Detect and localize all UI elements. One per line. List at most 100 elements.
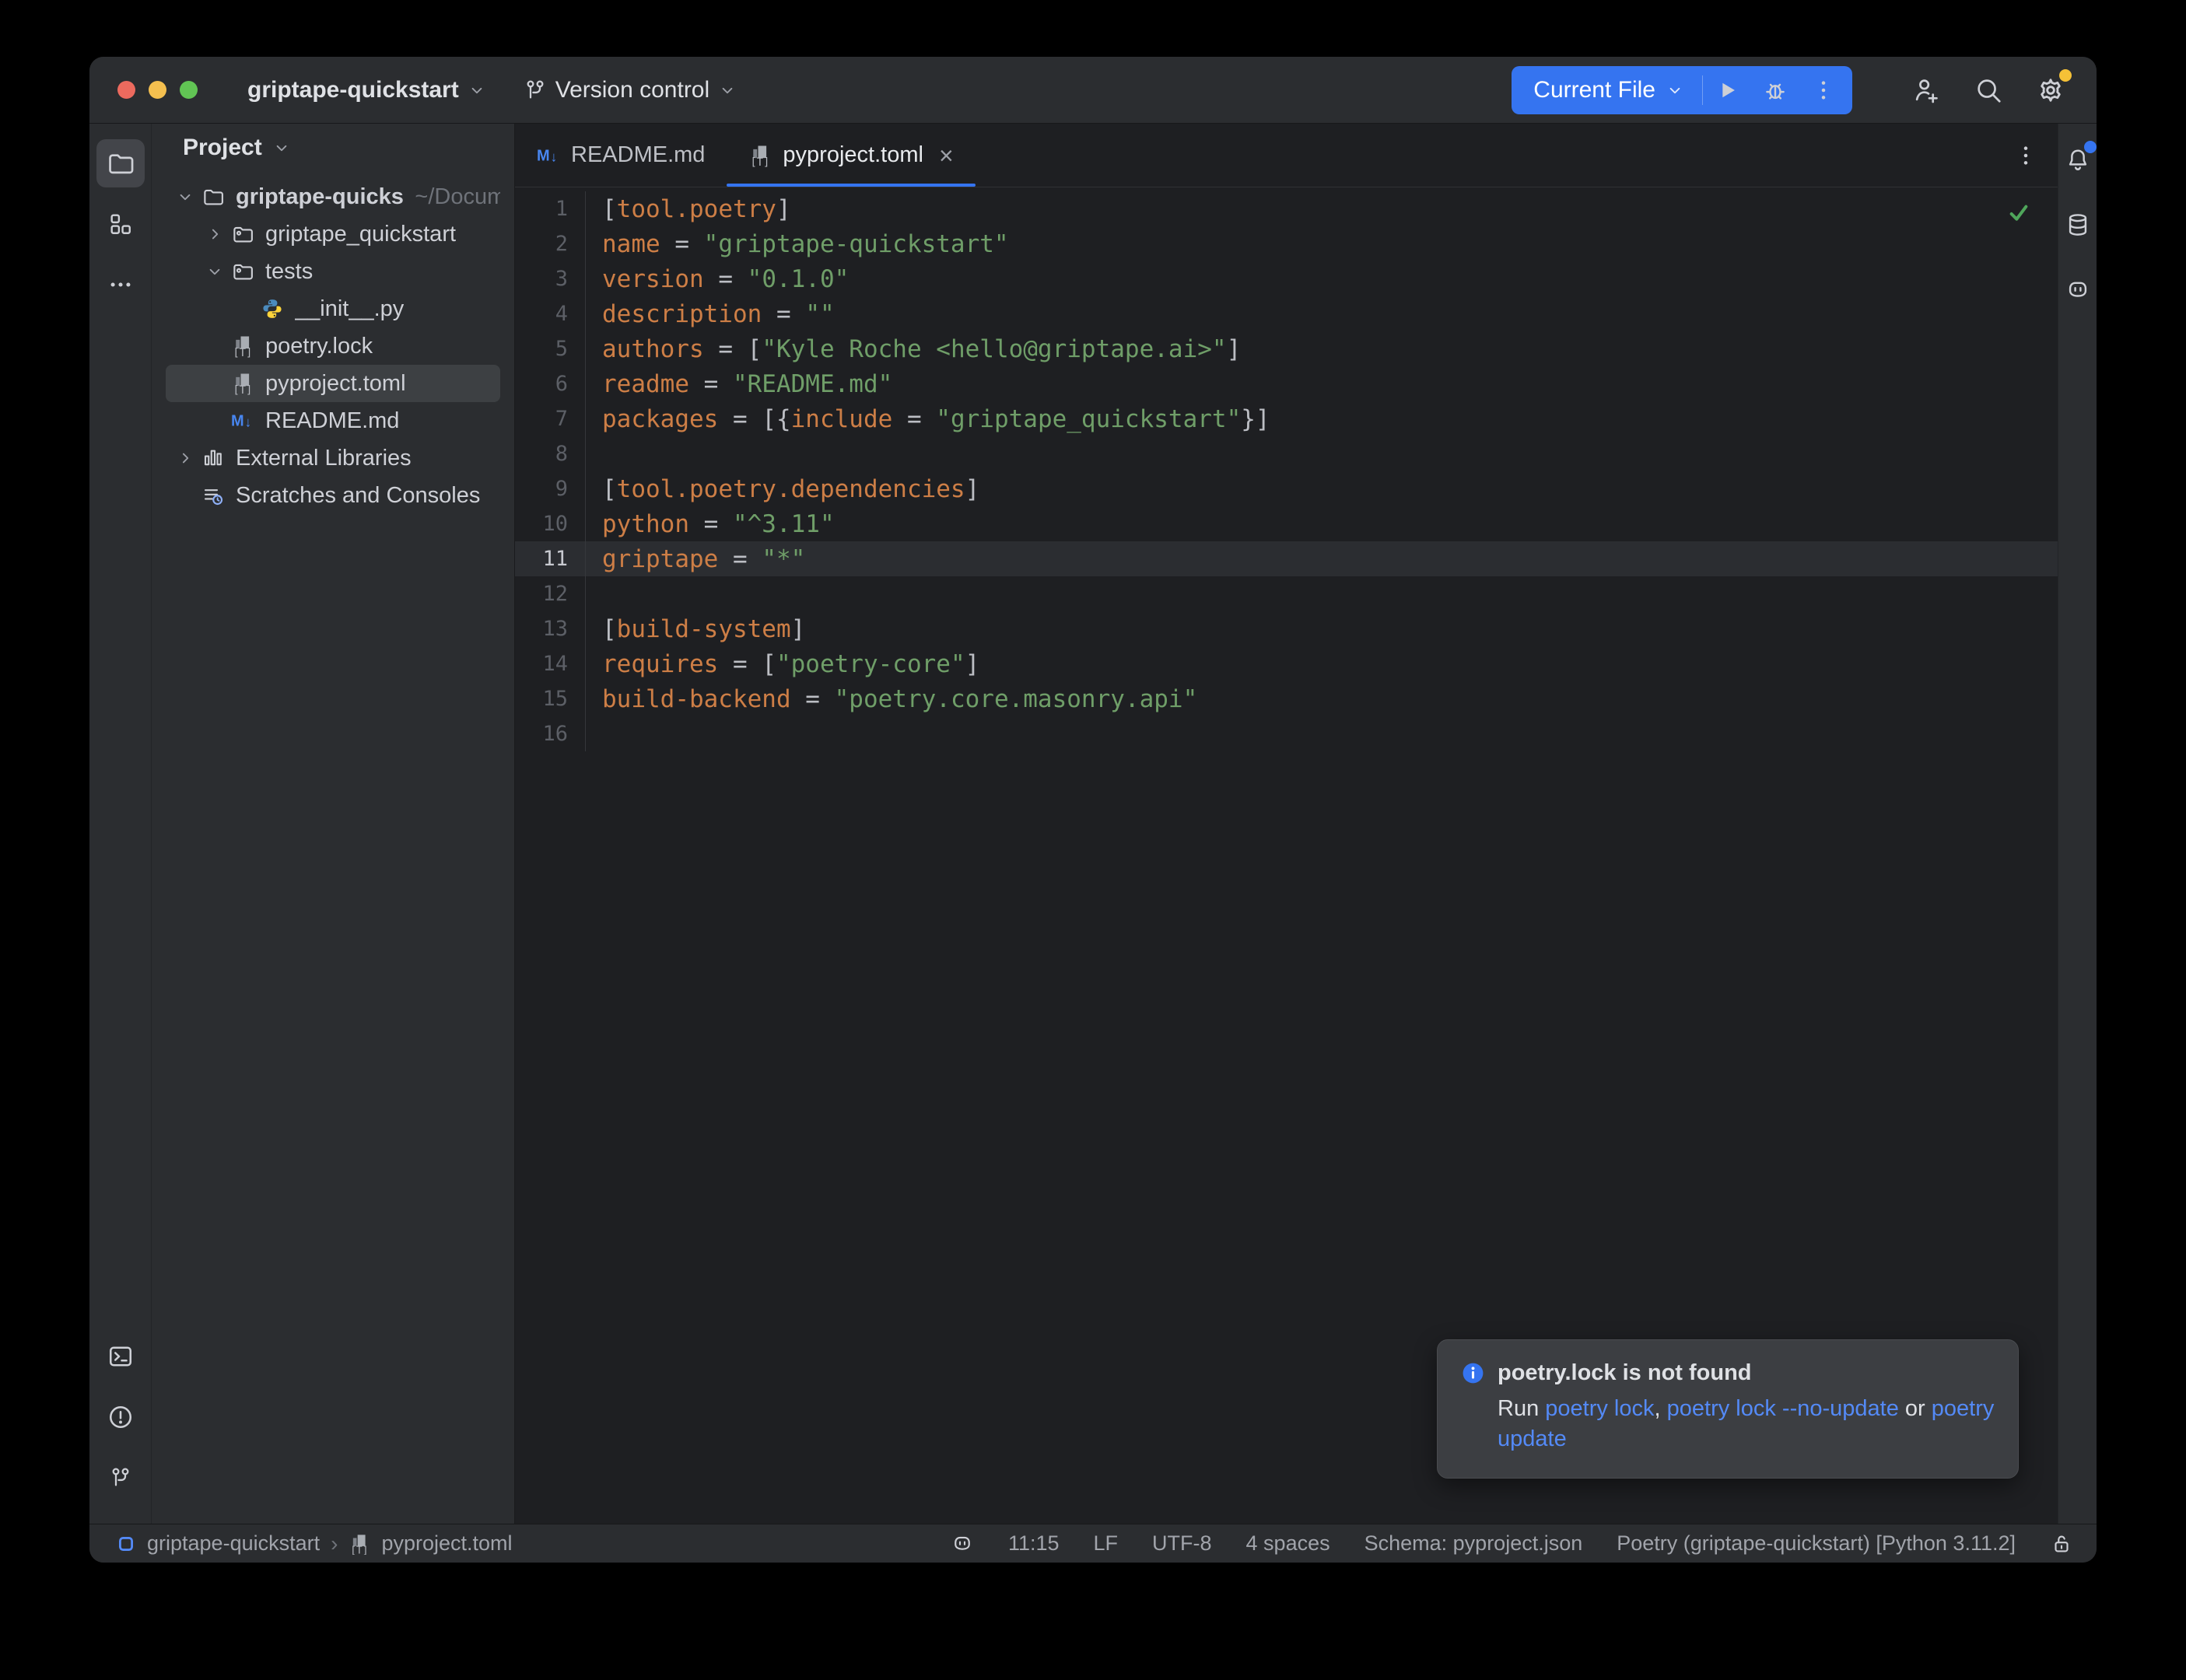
notification-link-poetry-lock-no-update[interactable]: poetry lock --no-update bbox=[1667, 1396, 1899, 1421]
notifications-tool-button[interactable] bbox=[2061, 142, 2095, 177]
title-bar: griptape-quickstart Version control Curr… bbox=[89, 57, 2097, 124]
editor-tab-README.md[interactable]: M↓README.md bbox=[515, 124, 727, 187]
toml-icon: [T] bbox=[229, 334, 256, 358]
database-tool-button[interactable] bbox=[2061, 208, 2095, 242]
chevron-right-icon[interactable] bbox=[170, 448, 200, 468]
vcs-label: Version control bbox=[555, 77, 709, 103]
run-widget: Current File bbox=[1512, 66, 1852, 114]
unlocked-icon[interactable] bbox=[2050, 1532, 2073, 1556]
project-widget[interactable]: griptape-quickstart bbox=[247, 77, 487, 103]
status-item-4-spaces[interactable]: 4 spaces bbox=[1246, 1531, 1330, 1556]
status-item-11[interactable]: 11:15 bbox=[1008, 1531, 1060, 1556]
search-everywhere-button[interactable] bbox=[1966, 68, 2011, 113]
close-window-button[interactable] bbox=[117, 81, 135, 99]
notification-text: or bbox=[1899, 1396, 1932, 1421]
code-line-9[interactable]: 9[tool.poetry.dependencies] bbox=[515, 471, 2058, 506]
status-breadcrumbs: griptape-quickstart › [T] pyproject.toml bbox=[116, 1531, 513, 1556]
code-line-11[interactable]: 11griptape = "*" bbox=[515, 541, 2058, 576]
svg-text:[T]: [T] bbox=[233, 347, 253, 358]
code-line-13[interactable]: 13[build-system] bbox=[515, 611, 2058, 646]
notification-body: Run poetry lock, poetry lock --no-update… bbox=[1498, 1394, 1995, 1454]
code-line-6[interactable]: 6readme = "README.md" bbox=[515, 366, 2058, 401]
code-line-3[interactable]: 3version = "0.1.0" bbox=[515, 261, 2058, 296]
ai-assistant-icon bbox=[2065, 277, 2091, 303]
tree-row-scratches-and-consoles[interactable]: Scratches and Consoles bbox=[166, 477, 500, 514]
line-number: 13 bbox=[515, 611, 586, 646]
version-control-tool-button[interactable] bbox=[96, 1454, 145, 1502]
tree-item-label: tests bbox=[265, 259, 313, 285]
tree-row-readme-md[interactable]: M↓README.md bbox=[166, 402, 500, 439]
code-line-10[interactable]: 10python = "^3.11" bbox=[515, 506, 2058, 541]
status-item-lf[interactable]: LF bbox=[1094, 1531, 1119, 1556]
project-tool-button[interactable] bbox=[96, 139, 145, 187]
code-line-5[interactable]: 5authors = ["Kyle Roche <hello@griptape.… bbox=[515, 331, 2058, 366]
code-with-me-button[interactable] bbox=[1904, 68, 1949, 113]
code-line-14[interactable]: 14requires = ["poetry-core"] bbox=[515, 646, 2058, 681]
right-tool-stripe bbox=[2058, 124, 2097, 1524]
tree-row-pyproject-toml[interactable]: [T]pyproject.toml bbox=[166, 365, 500, 402]
tree-row-tests[interactable]: tests bbox=[166, 253, 500, 290]
chevron-down-icon[interactable] bbox=[170, 187, 200, 207]
code-editor[interactable]: 1[tool.poetry]2name = "griptape-quicksta… bbox=[515, 187, 2058, 1524]
notification-link-poetry-lock[interactable]: poetry lock bbox=[1545, 1396, 1654, 1421]
problems-tool-button[interactable] bbox=[96, 1393, 145, 1441]
ai-assistant-status-icon[interactable] bbox=[951, 1532, 974, 1556]
code-line-1[interactable]: 1[tool.poetry] bbox=[515, 191, 2058, 226]
chevron-down-icon[interactable] bbox=[200, 261, 229, 282]
chevron-right-icon[interactable] bbox=[200, 224, 229, 244]
run-configuration-selector[interactable]: Current File bbox=[1516, 66, 1702, 114]
code-line-7[interactable]: 7packages = [{include = "griptape_quicks… bbox=[515, 401, 2058, 436]
tree-row-poetry-lock[interactable]: [T]poetry.lock bbox=[166, 327, 500, 365]
code-line-12[interactable]: 12 bbox=[515, 576, 2058, 611]
svg-text:M: M bbox=[231, 412, 244, 429]
more-tools-button[interactable] bbox=[96, 261, 145, 309]
inspections-ok-check-icon[interactable] bbox=[2006, 200, 2031, 225]
debug-button[interactable] bbox=[1751, 66, 1799, 114]
editor-tab-pyproject.toml[interactable]: [T] pyproject.toml × bbox=[727, 124, 975, 187]
chevron-down-icon bbox=[1665, 80, 1685, 100]
code-text: griptape = "*" bbox=[586, 545, 805, 573]
status-item-schema[interactable]: Schema: pyproject.json bbox=[1364, 1531, 1583, 1556]
structure-icon bbox=[107, 211, 134, 237]
status-item-utf-8[interactable]: UTF-8 bbox=[1152, 1531, 1212, 1556]
tree-row-external-libraries[interactable]: External Libraries bbox=[166, 439, 500, 477]
tree-item-label: griptape-quickstart bbox=[236, 184, 404, 210]
more-run-options-button[interactable] bbox=[1799, 66, 1848, 114]
toml-file-icon: [T] bbox=[748, 144, 772, 167]
code-line-15[interactable]: 15build-backend = "poetry.core.masonry.a… bbox=[515, 681, 2058, 716]
ai-assistant-tool-button[interactable] bbox=[2061, 273, 2095, 307]
search-icon bbox=[1974, 75, 2003, 105]
code-text: name = "griptape-quickstart" bbox=[586, 230, 1009, 258]
terminal-tool-button[interactable] bbox=[96, 1332, 145, 1381]
settings-notification-dot bbox=[2059, 69, 2072, 82]
tree-row-griptape-quickstart[interactable]: griptape-quickstart~/Docume bbox=[166, 178, 500, 215]
structure-tool-button[interactable] bbox=[96, 200, 145, 248]
code-line-8[interactable]: 8 bbox=[515, 436, 2058, 471]
status-item-poetry-griptape-quickstart-python-3-11-2-[interactable]: Poetry (griptape-quickstart) [Python 3.1… bbox=[1617, 1531, 2016, 1556]
code-line-2[interactable]: 2name = "griptape-quickstart" bbox=[515, 226, 2058, 261]
tree-row--init-py[interactable]: __init__.py bbox=[166, 290, 500, 327]
tree-row-griptape-quickstart[interactable]: griptape_quickstart bbox=[166, 215, 500, 253]
project-panel-header[interactable]: Project bbox=[152, 124, 514, 172]
kebab-menu-icon bbox=[1811, 78, 1836, 103]
tree-item-label: External Libraries bbox=[236, 446, 412, 471]
code-line-4[interactable]: 4description = "" bbox=[515, 296, 2058, 331]
code-text: [tool.poetry] bbox=[586, 195, 791, 223]
run-button[interactable] bbox=[1703, 66, 1751, 114]
zoom-window-button[interactable] bbox=[180, 81, 198, 99]
tab-options-button[interactable] bbox=[2006, 136, 2045, 175]
settings-button[interactable] bbox=[2028, 68, 2073, 113]
play-icon bbox=[1714, 77, 1740, 103]
package-icon bbox=[229, 260, 256, 283]
code-line-16[interactable]: 16 bbox=[515, 716, 2058, 751]
minimize-window-button[interactable] bbox=[149, 81, 166, 99]
breadcrumb-file[interactable]: pyproject.toml bbox=[381, 1531, 512, 1556]
breadcrumb-project[interactable]: griptape-quickstart bbox=[147, 1531, 320, 1556]
close-tab-icon[interactable]: × bbox=[939, 143, 954, 168]
chevron-down-icon bbox=[467, 80, 487, 100]
svg-text:[T]: [T] bbox=[233, 384, 253, 395]
module-icon bbox=[116, 1534, 136, 1554]
notification-title: poetry.lock is not found bbox=[1498, 1360, 1752, 1386]
vcs-widget[interactable]: Version control bbox=[523, 77, 737, 103]
tab-label: pyproject.toml bbox=[783, 142, 923, 168]
